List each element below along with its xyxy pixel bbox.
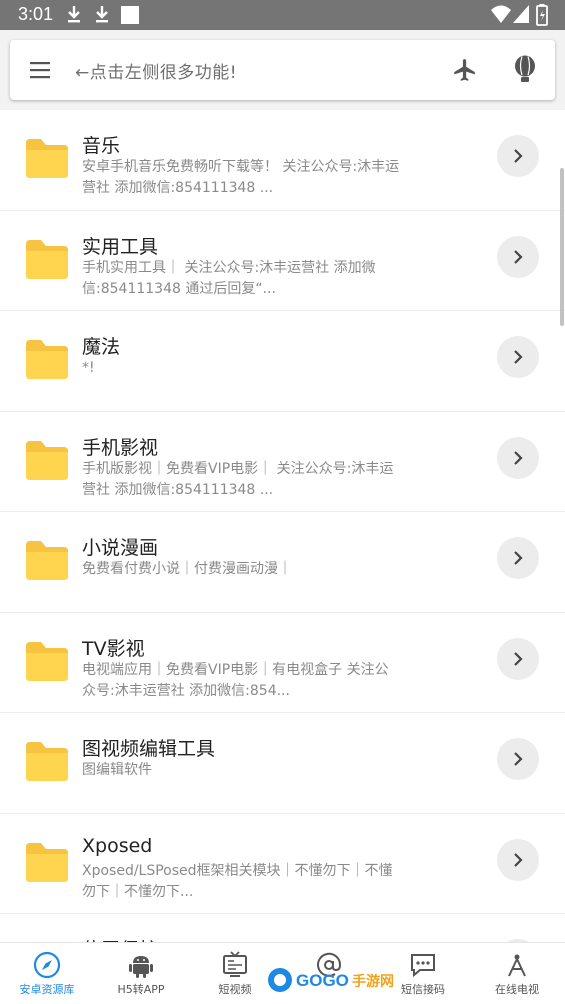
folder-description: 手机版影视｜免费看VIP电影｜ 关注公众号:沐丰运营社 添加微信:8541113… xyxy=(82,460,394,498)
folder-description: Xposed/LSPosed框架相关模块｜不懂勿下｜不懂勿下｜不懂勿下... xyxy=(82,862,393,900)
open-button[interactable] xyxy=(497,838,539,881)
nav-item-android[interactable]: H5转APP xyxy=(94,943,188,1004)
folder-description: 电视端应用｜免费看VIP电影｜有电视盒子 关注公众号:沐丰运营社 添加微信:85… xyxy=(82,661,389,699)
open-button[interactable] xyxy=(497,537,539,579)
open-button[interactable] xyxy=(497,135,539,177)
chevron-right-icon xyxy=(514,551,523,565)
folder-title: 位置保护 xyxy=(82,935,158,942)
folder-icon xyxy=(26,842,68,882)
message-icon xyxy=(411,954,435,978)
folder-icon xyxy=(26,541,68,580)
folder-title: 小说漫画 xyxy=(82,537,159,559)
folder-item[interactable]: 实用工具 手机实用工具｜ 关注公众号:沐丰运营社 添加微信:854111348 通… xyxy=(0,211,565,311)
folder-item[interactable]: 魔法 *! xyxy=(0,311,565,412)
open-button[interactable] xyxy=(497,738,539,780)
signal-icon xyxy=(513,5,529,23)
open-button[interactable] xyxy=(497,637,539,680)
folder-title: 音乐 xyxy=(82,135,121,157)
chevron-right-icon xyxy=(514,852,523,867)
download-icon xyxy=(96,6,108,23)
open-button[interactable] xyxy=(497,436,539,479)
folder-item[interactable]: 图视频编辑工具图编辑软件 xyxy=(0,713,565,814)
antenna-icon xyxy=(508,954,526,977)
folder-description: 图编辑软件 xyxy=(82,762,152,778)
folder-description: 免费看付费小说｜付费漫画动漫｜ xyxy=(82,561,292,577)
nav-item-compass[interactable]: 安卓资源库 xyxy=(0,943,94,1004)
folder-icon xyxy=(26,139,68,178)
search-bar[interactable]: ←点击左侧很多功能! xyxy=(10,40,555,100)
folder-icon xyxy=(26,340,68,379)
folder-title: Xposed xyxy=(82,834,153,857)
chevron-right-icon xyxy=(514,350,523,364)
folder-icon xyxy=(26,440,68,480)
nav-label: 安卓资源库 xyxy=(19,983,75,996)
folder-title: 魔法 xyxy=(82,336,121,358)
folder-icon xyxy=(26,239,68,279)
watermark-logo: GOGO 手游网 xyxy=(268,968,394,992)
folder-description: *! xyxy=(82,360,95,376)
chevron-right-icon xyxy=(514,651,523,666)
search-hint[interactable]: ←点击左侧很多功能! xyxy=(75,58,237,83)
chevron-right-icon xyxy=(514,249,523,264)
download-icon xyxy=(68,6,80,23)
folder-list: 音乐 安卓手机音乐免费畅听下载等！ 关注公众号:沐丰运营社 添加微信:854111… xyxy=(0,110,565,942)
folder-item[interactable]: 小说漫画免费看付费小说｜付费漫画动漫｜ xyxy=(0,512,565,613)
chevron-right-icon xyxy=(514,752,523,766)
svg-text:GOGO: GOGO xyxy=(296,971,349,990)
airplane-icon[interactable] xyxy=(451,57,477,83)
notification-icon xyxy=(121,6,139,24)
tv-icon xyxy=(223,951,247,977)
folder-title: 实用工具 xyxy=(82,235,159,258)
nav-label: H5转APP xyxy=(117,983,165,996)
chevron-right-icon xyxy=(514,149,523,163)
folder-description: 安卓手机音乐免费畅听下载等！ 关注公众号:沐丰运营社 添加微信:85411134… xyxy=(82,159,400,196)
folder-icon xyxy=(26,641,68,681)
android-icon xyxy=(129,956,153,978)
status-time: 3:01 xyxy=(18,4,54,24)
nav-label: 在线电视 xyxy=(495,983,539,996)
nav-item-antenna[interactable]: 在线电视 xyxy=(470,943,564,1004)
folder-item[interactable]: 位置保护 xyxy=(0,914,565,942)
status-bar: 3:01 xyxy=(0,0,565,30)
open-button[interactable] xyxy=(497,336,539,378)
menu-icon[interactable] xyxy=(29,59,51,81)
folder-title: 手机影视 xyxy=(82,436,159,459)
folder-item[interactable]: Xposed Xposed/LSPosed框架相关模块｜不懂勿下｜不懂勿下｜不懂勿… xyxy=(0,814,565,914)
wifi-icon xyxy=(491,5,511,23)
svg-text:手游网: 手游网 xyxy=(352,973,394,990)
folder-title: TV影视 xyxy=(82,637,145,660)
balloon-icon[interactable] xyxy=(513,55,537,85)
folder-icon xyxy=(26,742,68,781)
folder-item[interactable]: 音乐 安卓手机音乐免费畅听下载等！ 关注公众号:沐丰运营社 添加微信:854111… xyxy=(0,110,565,211)
folder-description: 手机实用工具｜ 关注公众号:沐丰运营社 添加微信:854111348 通过后回复… xyxy=(82,259,376,297)
folder-title: 图视频编辑工具 xyxy=(82,738,216,760)
scrollbar[interactable] xyxy=(560,168,564,326)
battery-icon xyxy=(536,4,548,26)
compass-icon xyxy=(33,951,61,979)
folder-item[interactable]: 手机影视 手机版影视｜免费看VIP电影｜ 关注公众号:沐丰运营社 添加微信:854… xyxy=(0,412,565,512)
open-button[interactable] xyxy=(497,235,539,278)
folder-item[interactable]: TV影视 电视端应用｜免费看VIP电影｜有电视盒子 关注公众号:沐丰运营社 添加微… xyxy=(0,613,565,713)
chevron-right-icon xyxy=(514,450,523,465)
